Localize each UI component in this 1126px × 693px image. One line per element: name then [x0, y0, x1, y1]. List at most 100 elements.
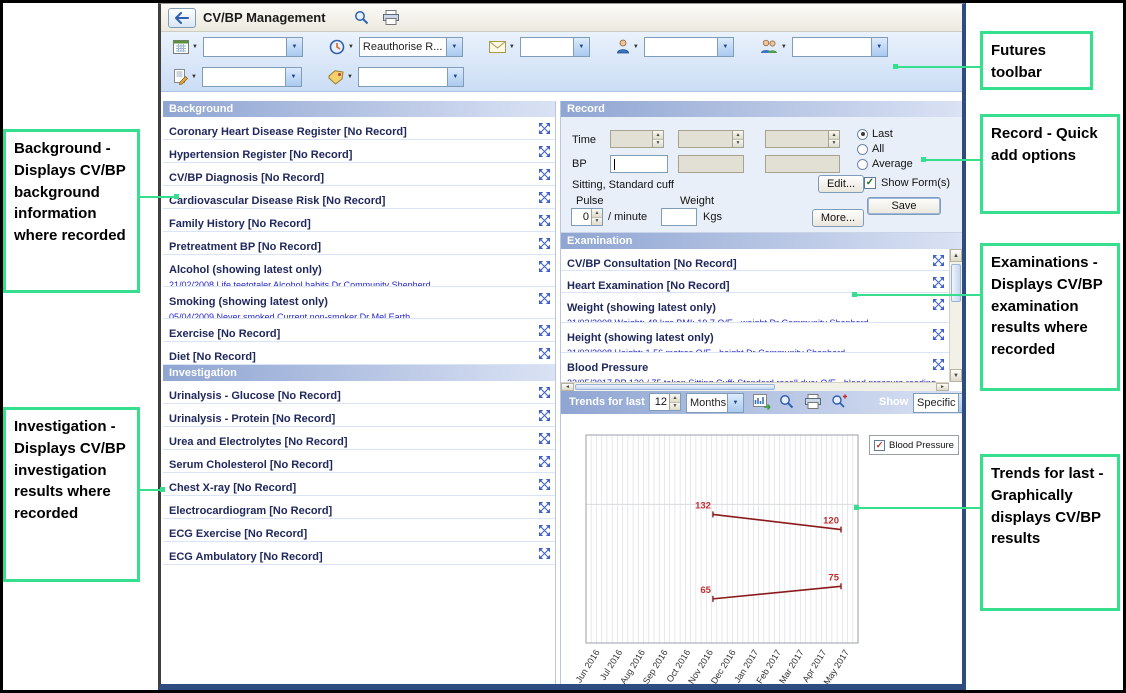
list-item[interactable]: Pretreatment BP [No Record]	[163, 232, 555, 255]
expand-icon[interactable]	[538, 214, 551, 227]
patients-combo[interactable]: ▼	[792, 37, 888, 57]
scroll-left-icon[interactable]: ◄	[561, 383, 574, 391]
chevron-down-icon[interactable]: ▼	[781, 44, 787, 50]
patient-icon[interactable]	[616, 39, 630, 54]
legend-checkbox[interactable]: ✓	[874, 440, 885, 451]
back-button[interactable]	[168, 8, 196, 28]
list-item[interactable]: Electrocardiogram [No Record]	[163, 496, 555, 519]
dropdown-arrow-icon[interactable]: ▼	[286, 38, 302, 56]
horizontal-scrollbar-thumb[interactable]	[575, 384, 775, 390]
expand-icon[interactable]	[538, 191, 551, 204]
chevron-down-icon[interactable]: ▼	[633, 44, 639, 50]
list-item[interactable]: Heart Examination [No Record]	[561, 271, 949, 293]
list-item[interactable]: Alcohol (showing latest only) 21/02/2008…	[163, 255, 555, 287]
list-item[interactable]: Urinalysis - Protein [No Record]	[163, 404, 555, 427]
expand-icon[interactable]	[538, 168, 551, 181]
dropdown-arrow-icon[interactable]: ▼	[447, 68, 463, 86]
save-button[interactable]: Save	[867, 197, 941, 215]
expand-icon[interactable]	[538, 386, 551, 399]
list-item[interactable]: Exercise [No Record]	[163, 319, 555, 342]
dropdown-arrow-icon[interactable]: ▼	[871, 38, 887, 56]
chevron-down-icon[interactable]: ▼	[347, 74, 353, 80]
bp-field-1[interactable]	[610, 155, 668, 173]
reauthorise-icon[interactable]	[329, 39, 345, 55]
expand-icon[interactable]	[538, 122, 551, 135]
chevron-down-icon[interactable]: ▼	[191, 74, 197, 80]
chevron-down-icon[interactable]: ▼	[348, 44, 354, 50]
spinner-arrows-icon[interactable]: ▲▼	[669, 394, 680, 410]
expand-icon[interactable]	[538, 145, 551, 158]
expand-icon[interactable]	[932, 328, 945, 341]
calendar-combo[interactable]: ▼	[203, 37, 303, 57]
dropdown-arrow-icon[interactable]: ▼	[958, 394, 962, 412]
zoom-in-icon[interactable]	[831, 394, 847, 414]
magnifier-icon[interactable]	[779, 394, 794, 414]
list-item[interactable]: Urea and Electrolytes [No Record]	[163, 427, 555, 450]
search-icon[interactable]	[354, 10, 369, 25]
expand-icon[interactable]	[538, 409, 551, 422]
list-item[interactable]: CV/BP Diagnosis [No Record]	[163, 163, 555, 186]
examination-vertical-scrollbar[interactable]: ▲ ▼	[949, 249, 962, 382]
expand-icon[interactable]	[932, 358, 945, 371]
list-item[interactable]: Urinalysis - Glucose [No Record]	[163, 381, 555, 404]
expand-icon[interactable]	[538, 432, 551, 445]
expand-icon[interactable]	[538, 237, 551, 250]
expand-icon[interactable]	[538, 347, 551, 360]
calendar-icon[interactable]	[173, 39, 189, 54]
expand-icon[interactable]	[538, 324, 551, 337]
list-item[interactable]: Serum Cholesterol [No Record]	[163, 450, 555, 473]
tag-combo[interactable]: ▼	[358, 67, 464, 87]
trend-period-stepper[interactable]: 12▲▼	[649, 393, 681, 411]
spinner-arrows-icon[interactable]: ▲▼	[732, 131, 743, 147]
expand-icon[interactable]	[538, 292, 551, 305]
chevron-down-icon[interactable]: ▼	[192, 44, 198, 50]
radio-average[interactable]: Average	[857, 158, 913, 170]
list-item[interactable]: Height (showing latest only) 21/02/2008 …	[561, 323, 949, 353]
more-button[interactable]: More...	[812, 209, 864, 227]
show-combo[interactable]: Specific Me▼	[913, 393, 962, 413]
list-item[interactable]: Hypertension Register [No Record]	[163, 140, 555, 163]
spinner-arrows-icon[interactable]: ▲▼	[652, 131, 663, 147]
radio-all[interactable]: All	[857, 143, 884, 155]
print-icon[interactable]	[382, 10, 400, 25]
list-item[interactable]: Weight (showing latest only) 21/02/2008 …	[561, 293, 949, 323]
dropdown-arrow-icon[interactable]: ▼	[717, 38, 733, 56]
pulse-stepper[interactable]: 0▲▼	[571, 208, 603, 226]
list-item[interactable]: Coronary Heart Disease Register [No Reco…	[163, 117, 555, 140]
list-item[interactable]: Diet [No Record]	[163, 342, 555, 365]
dropdown-arrow-icon[interactable]: ▼	[727, 394, 743, 412]
mail-icon[interactable]	[489, 41, 506, 53]
chart-export-icon[interactable]	[753, 394, 771, 414]
expand-icon[interactable]	[538, 260, 551, 273]
expand-icon[interactable]	[538, 501, 551, 514]
reauthorise-combo[interactable]: Reauthorise R...▼	[359, 37, 463, 57]
vertical-scrollbar-thumb[interactable]	[951, 264, 961, 302]
dropdown-arrow-icon[interactable]: ▼	[285, 68, 301, 86]
edit-button[interactable]: Edit...	[818, 175, 864, 193]
chevron-down-icon[interactable]: ▼	[509, 44, 515, 50]
edit-note-icon[interactable]	[173, 69, 188, 85]
expand-icon[interactable]	[538, 455, 551, 468]
list-item[interactable]: Blood Pressure 22/05/2017 BP 120 / 75 ta…	[561, 353, 949, 382]
list-item[interactable]: Smoking (showing latest only) 05/04/2009…	[163, 287, 555, 319]
dropdown-arrow-icon[interactable]: ▼	[446, 38, 462, 56]
scroll-down-icon[interactable]: ▼	[950, 369, 962, 382]
list-item[interactable]: ECG Exercise [No Record]	[163, 519, 555, 542]
tag-icon[interactable]	[328, 70, 344, 85]
expand-icon[interactable]	[932, 254, 945, 267]
expand-icon[interactable]	[932, 298, 945, 311]
list-item[interactable]: ECG Ambulatory [No Record]	[163, 542, 555, 565]
list-item[interactable]: Chest X-ray [No Record]	[163, 473, 555, 496]
weight-field[interactable]	[661, 208, 697, 226]
print-icon[interactable]	[804, 394, 822, 414]
scroll-right-icon[interactable]: ►	[936, 383, 949, 391]
spinner-arrows-icon[interactable]: ▲▼	[828, 131, 839, 147]
list-item[interactable]: CV/BP Consultation [No Record]	[561, 249, 949, 271]
spinner-arrows-icon[interactable]: ▲▼	[591, 209, 602, 225]
list-item[interactable]: Cardiovascular Disease Risk [No Record]	[163, 186, 555, 209]
trend-period-unit-combo[interactable]: Months▼	[686, 393, 744, 413]
patient-combo[interactable]: ▼	[644, 37, 734, 57]
expand-icon[interactable]	[932, 276, 945, 289]
mail-combo[interactable]: ▼	[520, 37, 590, 57]
dropdown-arrow-icon[interactable]: ▼	[573, 38, 589, 56]
